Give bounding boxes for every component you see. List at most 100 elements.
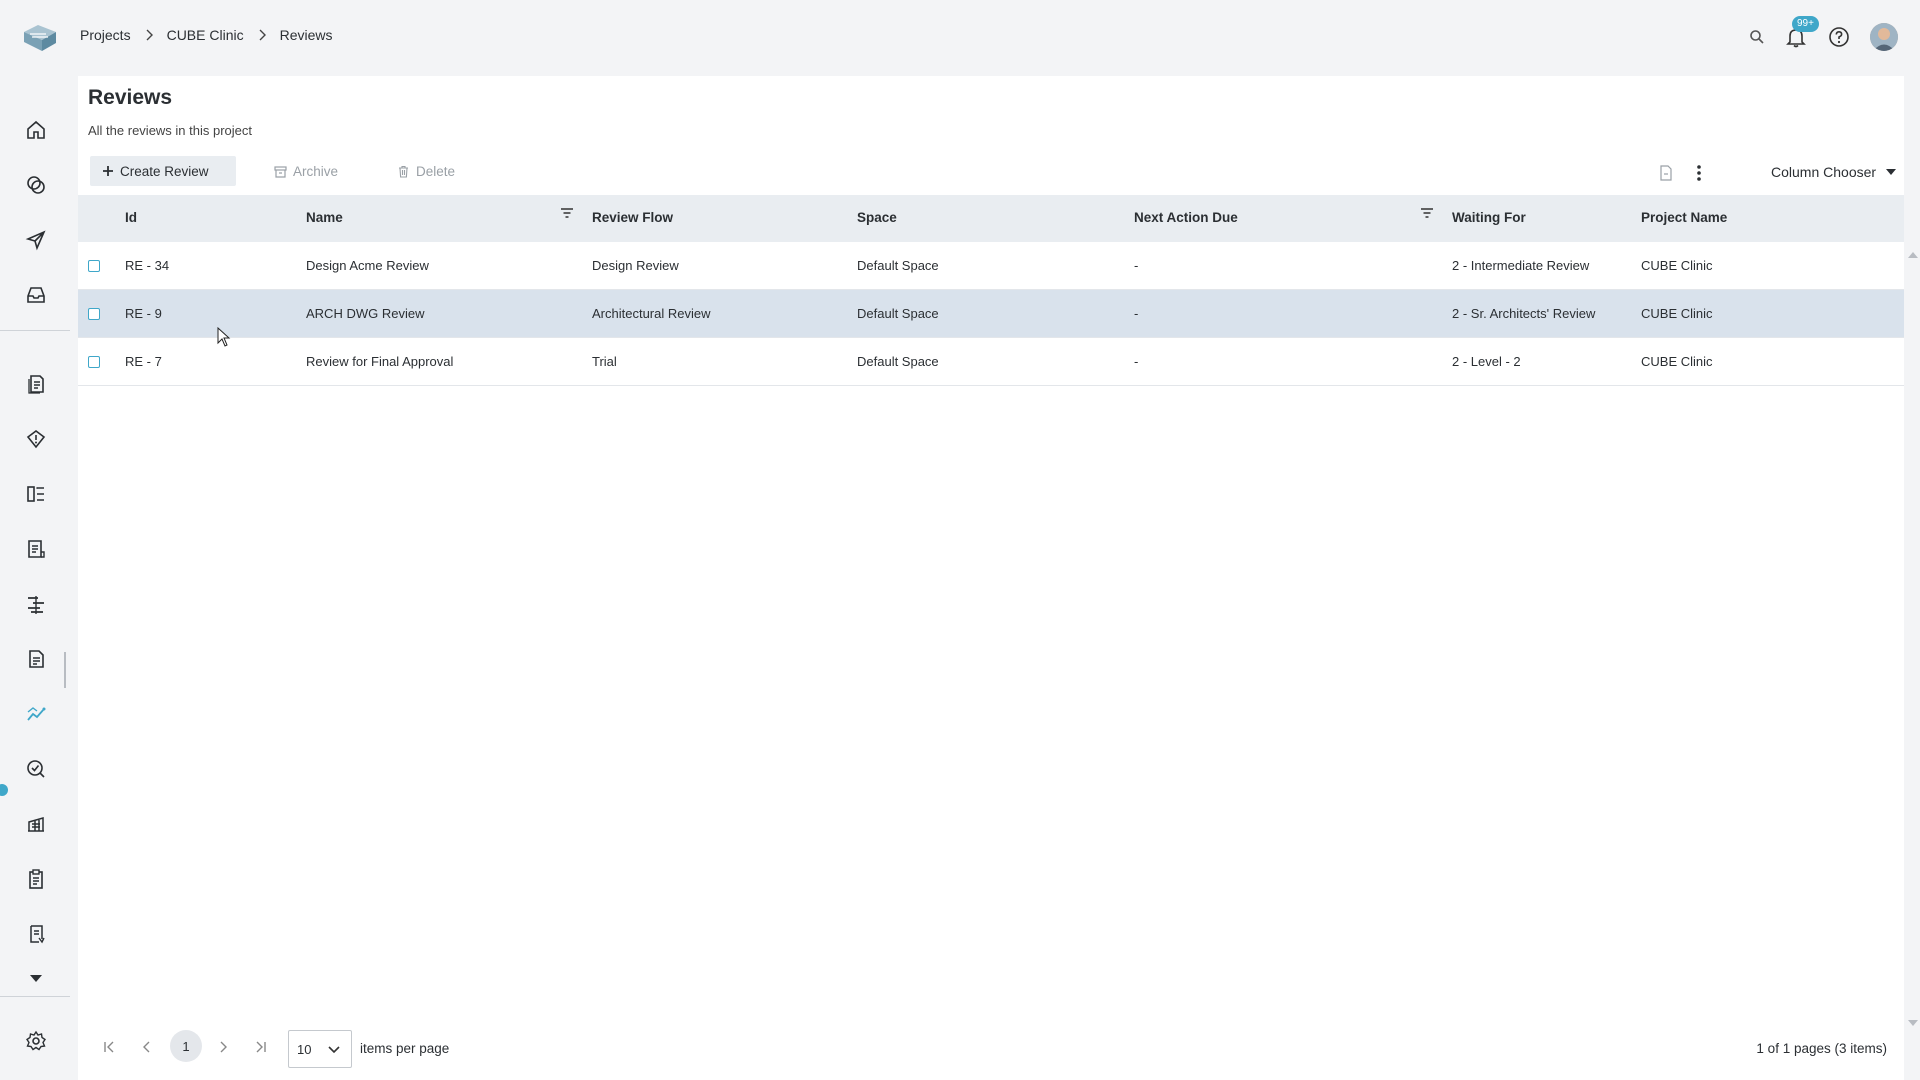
column-header-review-flow[interactable]: Review Flow [592,210,673,225]
cell-next-action-due: - [1134,258,1139,273]
chevron-down-icon [327,1043,341,1058]
cell-space: Default Space [857,306,939,321]
cell-review-flow: Trial [592,354,617,369]
top-bar: Projects CUBE Clinic Reviews [0,0,1920,74]
table-row[interactable]: RE - 9 ARCH DWG Review Architectural Rev… [78,290,1904,338]
column-header-next-action-due[interactable]: Next Action Due [1134,210,1238,225]
clipboard-icon[interactable] [22,865,50,893]
table-header: Id Name Review Flow Space Next Action Du… [78,195,1904,242]
table-row[interactable]: RE - 34 Design Acme Review Design Review… [78,242,1904,290]
cell-project-name: CUBE Clinic [1641,258,1713,273]
delete-label: Delete [416,163,456,179]
page-size-value: 10 [297,1041,312,1057]
more-down-icon[interactable] [22,964,50,992]
cell-waiting-for: 2 - Intermediate Review [1452,258,1590,273]
issues-icon[interactable] [22,425,50,453]
reports-icon[interactable] [22,535,50,563]
building-icon[interactable] [22,810,50,838]
page-title: Reviews [88,86,173,109]
filter-icon[interactable] [1420,207,1434,222]
previous-page-icon[interactable] [134,1034,160,1060]
cell-project-name: CUBE Clinic [1641,306,1713,321]
column-chooser-label: Column Chooser [1771,164,1877,180]
layers-icon[interactable] [22,171,50,199]
sidebar-scrollbar[interactable] [64,652,66,688]
archive-button[interactable]: Archive [262,156,350,186]
settings-icon[interactable] [22,1027,50,1055]
search-icon[interactable] [1744,24,1770,50]
column-header-name[interactable]: Name [306,210,343,225]
documents-icon[interactable] [22,370,50,398]
notification-badge: 99+ [1792,16,1819,32]
help-icon[interactable] [1826,24,1852,50]
cell-id[interactable]: RE - 9 [125,306,162,321]
page-subtitle: All the reviews in this project [88,123,253,138]
cell-space: Default Space [857,258,939,273]
row-checkbox[interactable] [88,308,100,320]
sidebar-divider [0,330,70,331]
cell-name[interactable]: Design Acme Review [306,258,429,273]
page-size-select[interactable]: 10 [288,1030,352,1068]
cell-id[interactable]: RE - 34 [125,258,169,273]
send-icon[interactable] [22,226,50,254]
next-page-icon[interactable] [210,1034,236,1060]
table-row[interactable]: RE - 7 Review for Final Approval Trial D… [78,338,1904,386]
cell-waiting-for: 2 - Sr. Architects' Review [1452,306,1596,321]
cell-space: Default Space [857,354,939,369]
sidebar-divider [0,996,70,997]
breadcrumb-projects[interactable]: Projects [80,27,131,43]
forms-icon[interactable] [22,645,50,673]
active-indicator [0,784,8,796]
more-vertical-icon[interactable] [1689,162,1709,184]
column-header-id[interactable]: Id [125,210,137,225]
page-number-current[interactable]: 1 [170,1030,202,1062]
column-header-waiting-for[interactable]: Waiting For [1452,210,1526,225]
first-page-icon[interactable] [96,1034,122,1060]
inspect-icon[interactable] [22,755,50,783]
breadcrumb-current: Reviews [279,27,333,43]
trash-icon [397,165,410,178]
gantt-icon[interactable] [22,590,50,618]
create-review-button[interactable]: Create Review [90,156,236,186]
board-icon[interactable] [22,480,50,508]
chevron-right-icon [252,27,272,43]
cell-project-name: CUBE Clinic [1641,354,1713,369]
create-review-label: Create Review [120,163,209,179]
cell-id[interactable]: RE - 7 [125,354,162,369]
filter-icon[interactable] [560,207,574,222]
cell-name[interactable]: Review for Final Approval [306,354,453,369]
cell-name[interactable]: ARCH DWG Review [306,306,424,321]
archive-icon [274,165,287,178]
submittals-icon[interactable] [22,920,50,948]
sidebar [0,74,74,1080]
archive-label: Archive [293,163,339,179]
scroll-up-icon[interactable] [1908,246,1918,261]
export-icon[interactable] [1656,163,1676,183]
column-header-project-name[interactable]: Project Name [1641,210,1727,225]
last-page-icon[interactable] [248,1034,274,1060]
breadcrumb-project[interactable]: CUBE Clinic [167,27,244,43]
mouse-cursor-icon [217,326,231,347]
cell-review-flow: Design Review [592,258,679,273]
scroll-down-icon[interactable] [1908,1014,1918,1029]
row-checkbox[interactable] [88,356,100,368]
cube-logo-icon[interactable] [20,20,60,56]
cell-next-action-due: - [1134,306,1139,321]
column-chooser-dropdown[interactable]: Column Chooser [1771,164,1897,180]
user-avatar[interactable] [1870,23,1898,51]
pagination-info: 1 of 1 pages (3 items) [1756,1041,1887,1056]
chevron-right-icon [139,27,159,43]
cell-next-action-due: - [1134,354,1139,369]
breadcrumb: Projects CUBE Clinic Reviews [80,27,333,43]
caret-down-icon [1886,169,1897,175]
plus-icon [102,165,114,177]
cell-review-flow: Architectural Review [592,306,711,321]
reviews-icon[interactable] [22,700,50,728]
items-per-page-label: items per page [360,1041,450,1056]
cell-waiting-for: 2 - Level - 2 [1452,354,1521,369]
row-checkbox[interactable] [88,260,100,272]
inbox-icon[interactable] [22,281,50,309]
delete-button[interactable]: Delete [385,156,467,186]
home-icon[interactable] [22,116,50,144]
column-header-space[interactable]: Space [857,210,897,225]
